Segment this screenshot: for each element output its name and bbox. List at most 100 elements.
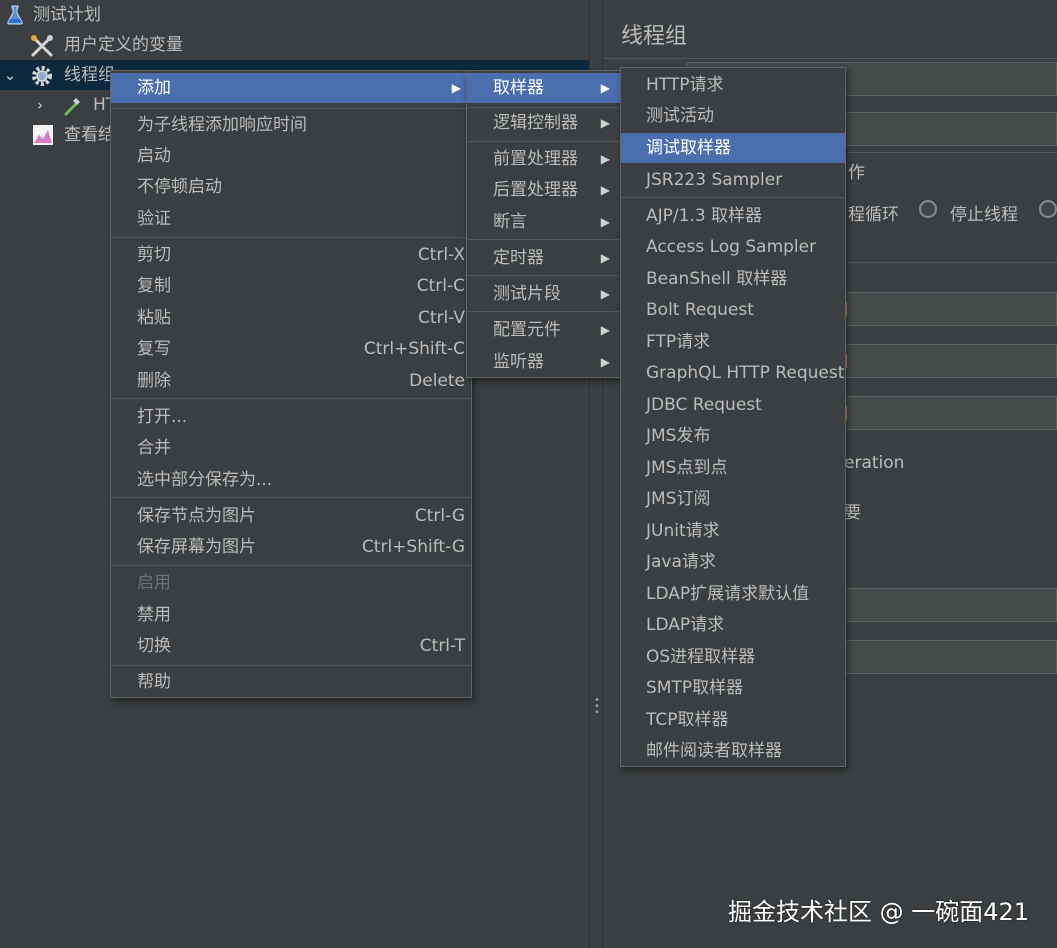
- menu-item-label: LDAP扩展请求默认值: [646, 584, 810, 604]
- menu-item-cut[interactable]: 剪切 Ctrl-X: [111, 240, 471, 270]
- menu-separator: [111, 108, 471, 109]
- tree-item-user-variables[interactable]: 用户定义的变量: [0, 30, 589, 60]
- menu-separator: [621, 197, 845, 198]
- chevron-right-icon[interactable]: ›: [33, 90, 47, 120]
- submenu-item-postprocessor[interactable]: 后置处理器 ▶: [467, 175, 620, 205]
- radio-stop-thread-label: 停止线程: [950, 205, 1018, 225]
- submenu-item-assertion[interactable]: 断言 ▶: [467, 207, 620, 237]
- flask-icon: [4, 4, 26, 26]
- submenu-item-sampler[interactable]: 取样器 ▶: [467, 73, 620, 103]
- menu-item-open[interactable]: 打开...: [111, 402, 471, 432]
- loop-count-field[interactable]: [844, 396, 1057, 430]
- tree-item-label: 线程组: [64, 65, 115, 85]
- sampler-ldap[interactable]: LDAP请求: [621, 610, 845, 640]
- chevron-down-icon[interactable]: ⌄: [3, 60, 17, 90]
- menu-item-label: AJP/1.3 取样器: [646, 206, 763, 226]
- menu-separator: [111, 497, 471, 498]
- submenu-item-listener[interactable]: 监听器 ▶: [467, 347, 620, 377]
- submenu-item-preprocessor[interactable]: 前置处理器 ▶: [467, 144, 620, 174]
- submenu-item-config-element[interactable]: 配置元件 ▶: [467, 315, 620, 345]
- sampler-debug-sampler[interactable]: 调试取样器: [621, 133, 845, 163]
- rampup-field[interactable]: [844, 344, 1057, 378]
- shortcut-label: Ctrl+Shift-C: [363, 339, 465, 359]
- menu-separator: [467, 239, 620, 240]
- arrow-right-icon: ▶: [600, 215, 610, 229]
- menu-item-save-selection[interactable]: 选中部分保存为...: [111, 465, 471, 495]
- menu-item-label: TCP取样器: [646, 710, 729, 730]
- menu-item-label: Access Log Sampler: [646, 237, 817, 257]
- menu-item-label: Bolt Request: [646, 300, 754, 320]
- menu-item-save-screen-image[interactable]: 保存屏幕为图片 Ctrl+Shift-G: [111, 532, 471, 562]
- menu-item-help[interactable]: 帮助: [111, 667, 471, 697]
- sampler-jms-p2p[interactable]: JMS点到点: [621, 453, 845, 483]
- sampler-smtp[interactable]: SMTP取样器: [621, 673, 845, 703]
- wrench-icon: [30, 34, 53, 57]
- arrow-right-icon: ▶: [600, 152, 610, 166]
- menu-item-label: JMS点到点: [646, 458, 728, 478]
- sampler-os-process[interactable]: OS进程取样器: [621, 642, 845, 672]
- sampler-jms-publisher[interactable]: JMS发布: [621, 421, 845, 451]
- tree-item-test-plan[interactable]: 测试计划: [0, 0, 589, 30]
- menu-item-label: 邮件阅读者取样器: [646, 741, 782, 761]
- sampler-tcp[interactable]: TCP取样器: [621, 705, 845, 735]
- sampler-java[interactable]: Java请求: [621, 547, 845, 577]
- menu-item-merge[interactable]: 合并: [111, 433, 471, 463]
- menu-item-start-no-pause[interactable]: 不停顿启动: [111, 172, 471, 202]
- sampler-jdbc[interactable]: JDBC Request: [621, 390, 845, 420]
- menu-separator: [467, 311, 620, 312]
- radio-stop-test[interactable]: [1039, 200, 1057, 218]
- menu-item-label: 删除: [137, 371, 171, 391]
- menu-item-label: 为子线程添加响应时间: [137, 115, 307, 135]
- shortcut-label: Ctrl-V: [417, 308, 465, 328]
- menu-item-label: 保存节点为图片: [137, 506, 256, 526]
- sampler-http-request[interactable]: HTTP请求: [621, 70, 845, 100]
- sampler-junit[interactable]: JUnit请求: [621, 516, 845, 546]
- menu-item-label: 复写: [137, 339, 171, 359]
- menu-item-delete[interactable]: 删除 Delete: [111, 366, 471, 396]
- threads-field[interactable]: [844, 292, 1057, 326]
- drag-handle-icon[interactable]: • • •: [594, 696, 600, 718]
- menu-item-add-response-time[interactable]: 为子线程添加响应时间: [111, 110, 471, 140]
- menu-item-label: LDAP请求: [646, 615, 725, 635]
- action-label: 作: [848, 163, 865, 183]
- duration-field[interactable]: [844, 588, 1057, 622]
- menu-separator: [111, 565, 471, 566]
- radio-stop-thread[interactable]: [919, 200, 937, 218]
- menu-item-label: JUnit请求: [646, 521, 720, 541]
- menu-item-label: 取样器: [493, 78, 544, 98]
- sampler-ftp[interactable]: FTP请求: [621, 327, 845, 357]
- sampler-ldap-extended[interactable]: LDAP扩展请求默认值: [621, 579, 845, 609]
- menu-item-add[interactable]: 添加 ▶: [111, 73, 471, 103]
- sampler-mail-reader[interactable]: 邮件阅读者取样器: [621, 736, 845, 766]
- sampler-jms-subscriber[interactable]: JMS订阅: [621, 484, 845, 514]
- submenu-item-logic-controller[interactable]: 逻辑控制器 ▶: [467, 108, 620, 138]
- menu-item-label: 调试取样器: [646, 138, 731, 158]
- menu-item-label: SMTP取样器: [646, 678, 744, 698]
- menu-item-paste[interactable]: 粘贴 Ctrl-V: [111, 303, 471, 333]
- menu-item-copy[interactable]: 复制 Ctrl-C: [111, 271, 471, 301]
- sampler-access-log[interactable]: Access Log Sampler: [621, 232, 845, 262]
- sampler-submenu: HTTP请求 测试活动 调试取样器 JSR223 Sampler AJP/1.3…: [620, 67, 846, 767]
- menu-item-toggle[interactable]: 切换 Ctrl-T: [111, 631, 471, 661]
- submenu-item-test-fragment[interactable]: 测试片段 ▶: [467, 279, 620, 309]
- menu-item-save-node-image[interactable]: 保存节点为图片 Ctrl-G: [111, 501, 471, 531]
- sampler-jsr223[interactable]: JSR223 Sampler: [621, 165, 845, 195]
- sampler-test-action[interactable]: 测试活动: [621, 101, 845, 131]
- menu-item-label: 逻辑控制器: [493, 113, 578, 133]
- tree-item-label: 用户定义的变量: [64, 35, 183, 55]
- menu-item-label: 粘贴: [137, 308, 171, 328]
- menu-item-duplicate[interactable]: 复写 Ctrl+Shift-C: [111, 334, 471, 364]
- sampler-graphql[interactable]: GraphQL HTTP Request: [621, 358, 845, 388]
- sampler-bolt[interactable]: Bolt Request: [621, 295, 845, 325]
- menu-item-start[interactable]: 启动: [111, 141, 471, 171]
- menu-item-validate[interactable]: 验证: [111, 204, 471, 234]
- menu-item-label: 测试活动: [646, 106, 714, 126]
- menu-item-label: 监听器: [493, 352, 544, 372]
- sampler-beanshell[interactable]: BeanShell 取样器: [621, 264, 845, 294]
- sampler-ajp[interactable]: AJP/1.3 取样器: [621, 201, 845, 231]
- menu-item-label: BeanShell 取样器: [646, 269, 788, 289]
- same-user-iteration-label: eration: [844, 453, 905, 473]
- startup-delay-field[interactable]: [844, 640, 1057, 674]
- menu-item-disable[interactable]: 禁用: [111, 600, 471, 630]
- submenu-item-timer[interactable]: 定时器 ▶: [467, 243, 620, 273]
